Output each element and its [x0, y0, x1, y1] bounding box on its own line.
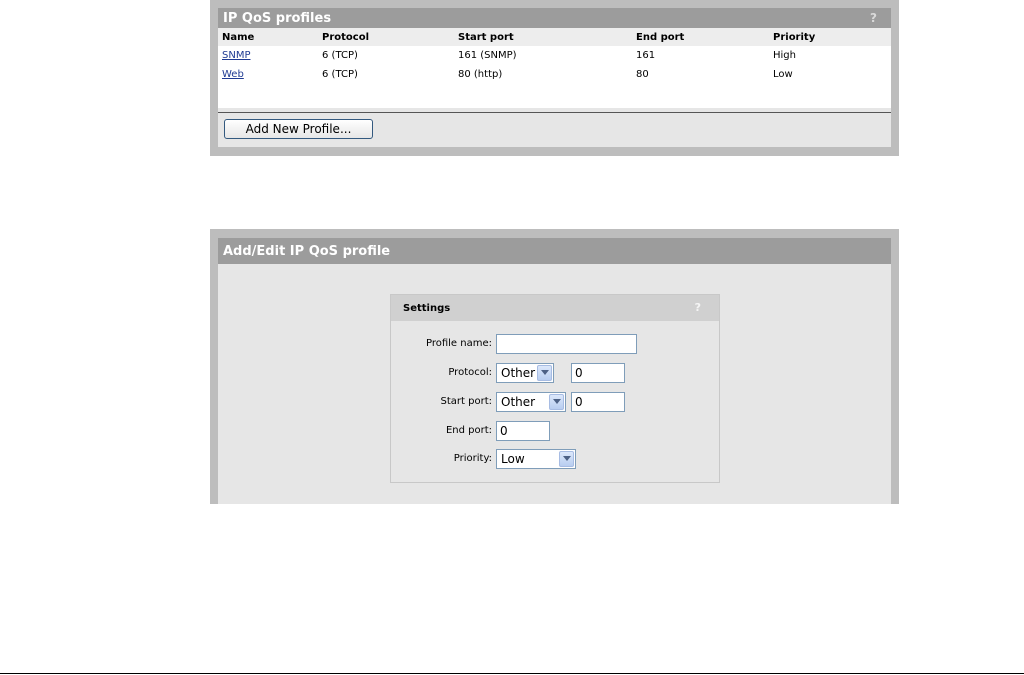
profiles-panel-title: IP QoS profiles — [223, 11, 332, 26]
protocol-row: Protocol: Other — [391, 363, 721, 385]
column-header-priority: Priority — [769, 28, 891, 46]
profiles-panel-titlebar: IP QoS profiles ? — [218, 8, 891, 29]
cell-protocol: 6 (TCP) — [318, 46, 454, 65]
protocol-number-input[interactable] — [571, 363, 625, 383]
profile-link-snmp[interactable]: SNMP — [222, 50, 251, 61]
ip-qos-profiles-panel: IP QoS profiles ? Name Protocol Start po… — [210, 0, 899, 156]
end-port-row: End port: — [391, 421, 721, 443]
add-edit-profile-panel: Add/Edit IP QoS profile Settings ? Profi… — [210, 229, 899, 504]
edit-panel-body: Add/Edit IP QoS profile Settings ? Profi… — [218, 238, 891, 504]
start-port-input[interactable] — [571, 392, 625, 412]
table-row: Web 6 (TCP) 80 (http) 80 Low — [218, 65, 891, 84]
protocol-label: Protocol: — [448, 367, 492, 378]
table-divider — [218, 112, 891, 113]
help-icon[interactable]: ? — [695, 301, 701, 314]
cell-protocol: 6 (TCP) — [318, 65, 454, 84]
settings-title: Settings — [403, 303, 451, 314]
priority-row: Priority: Low — [391, 449, 721, 471]
cell-start-port: 161 (SNMP) — [454, 46, 632, 65]
profiles-table: Name Protocol Start port End port Priori… — [218, 28, 891, 108]
protocol-select[interactable]: Other — [496, 363, 554, 383]
start-port-row: Start port: Other — [391, 392, 721, 414]
table-header-row: Name Protocol Start port End port Priori… — [218, 28, 891, 46]
priority-select[interactable]: Low — [496, 449, 576, 469]
cell-priority: Low — [769, 65, 891, 84]
cell-end-port: 80 — [632, 65, 769, 84]
settings-header: Settings ? — [391, 295, 719, 321]
cell-start-port: 80 (http) — [454, 65, 632, 84]
protocol-selected-value: Other — [501, 366, 536, 380]
end-port-label: End port: — [445, 425, 492, 436]
cell-priority: High — [769, 46, 891, 65]
profile-link-web[interactable]: Web — [222, 69, 244, 80]
chevron-down-icon[interactable] — [549, 394, 564, 410]
start-port-select[interactable]: Other — [496, 392, 566, 412]
edit-panel-title: Add/Edit IP QoS profile — [223, 244, 391, 259]
column-header-protocol: Protocol — [318, 28, 454, 46]
profile-name-label: Profile name: — [425, 338, 492, 349]
chevron-down-icon[interactable] — [559, 451, 574, 467]
chevron-down-icon[interactable] — [537, 365, 552, 381]
add-new-profile-button[interactable]: Add New Profile... — [224, 119, 373, 139]
help-icon[interactable]: ? — [870, 11, 877, 25]
start-port-label: Start port: — [440, 396, 492, 407]
edit-panel-titlebar: Add/Edit IP QoS profile — [218, 238, 891, 264]
profile-name-input[interactable] — [496, 334, 637, 354]
table-spacer-row — [218, 84, 891, 108]
column-header-end-port: End port — [632, 28, 769, 46]
profile-name-row: Profile name: — [391, 334, 721, 356]
page-bottom-divider — [0, 673, 1024, 674]
cell-end-port: 161 — [632, 46, 769, 65]
start-port-selected-value: Other — [501, 395, 536, 409]
profiles-panel-body: IP QoS profiles ? Name Protocol Start po… — [218, 8, 891, 147]
priority-selected-value: Low — [501, 452, 525, 466]
settings-box: Settings ? Profile name: Protocol: Other… — [390, 294, 720, 483]
table-row: SNMP 6 (TCP) 161 (SNMP) 161 High — [218, 46, 891, 65]
column-header-start-port: Start port — [454, 28, 632, 46]
end-port-input[interactable] — [496, 421, 550, 441]
column-header-name: Name — [218, 28, 318, 46]
priority-label: Priority: — [453, 453, 492, 464]
